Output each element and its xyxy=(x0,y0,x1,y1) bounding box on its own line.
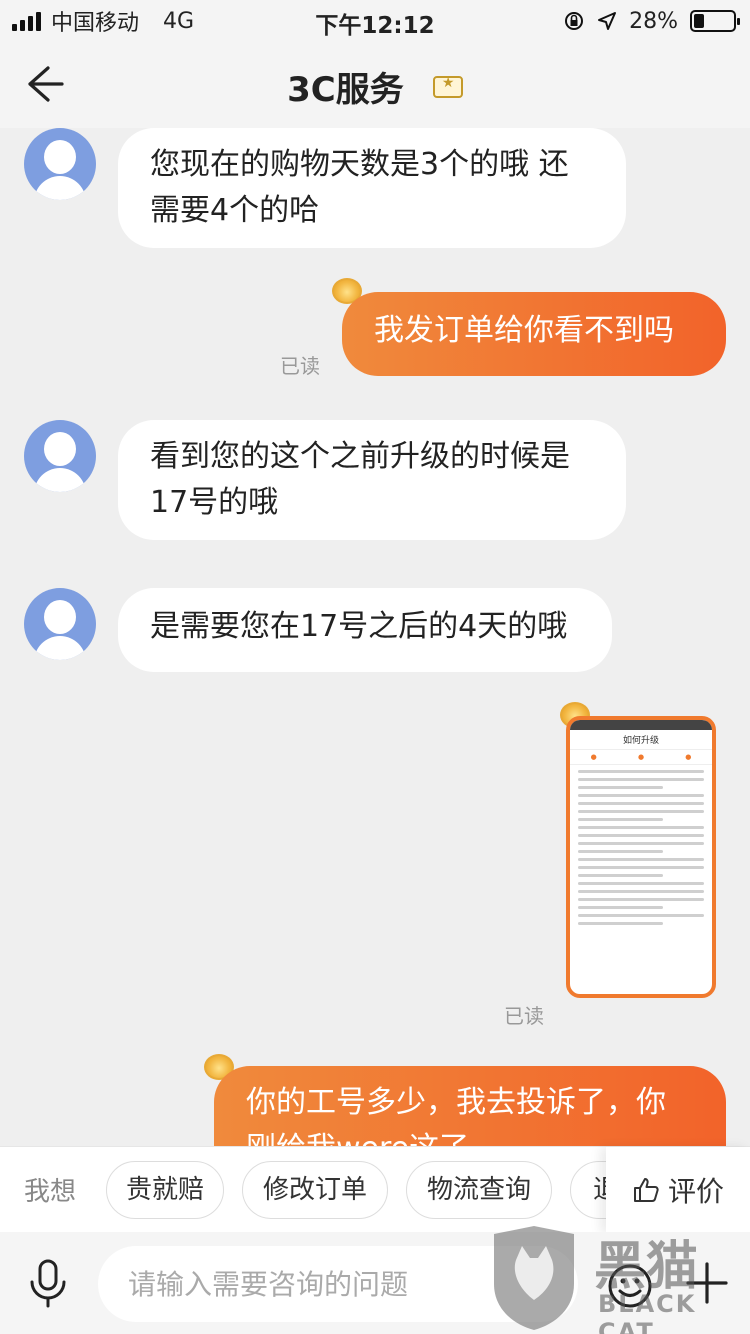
ticket-icon[interactable] xyxy=(432,75,463,98)
quick-options-bar: 我想 贵就赔 修改订单 物流查询 退 评价 xyxy=(0,1146,750,1233)
image-tabs: ● ● ● xyxy=(570,750,712,765)
message-bubble[interactable]: 我发订单给你看不到吗 xyxy=(342,292,726,376)
microphone-icon[interactable] xyxy=(26,1258,70,1308)
message-bubble[interactable]: 你的工号多少，我去投诉了，你刚给我were这了 xyxy=(214,1066,726,1146)
rotation-lock-icon xyxy=(565,12,584,30)
rate-label: 评价 xyxy=(667,1175,724,1208)
read-receipt: 已读 xyxy=(504,1004,544,1028)
emoji-icon[interactable] xyxy=(606,1262,654,1310)
quick-chip-compensation[interactable]: 贵就赔 xyxy=(106,1161,224,1219)
message-bubble[interactable]: 看到您的这个之前升级的时候是17号的哦 xyxy=(118,420,626,540)
message-bubble[interactable]: 您现在的购物天数是3个的哦 还需要4个的哈 xyxy=(118,128,626,248)
location-icon xyxy=(598,12,617,30)
quick-label: 我想 xyxy=(24,1177,77,1207)
battery-icon xyxy=(690,10,740,32)
status-right: 28% xyxy=(563,6,740,36)
chat-area[interactable]: 您现在的购物天数是3个的哦 还需要4个的哈 我发订单给你看不到吗 已读 看到您的… xyxy=(0,128,750,1146)
input-bar xyxy=(0,1232,750,1334)
thumbs-up-icon xyxy=(633,1178,659,1202)
image-status-bar xyxy=(570,720,712,730)
battery-percent: 28% xyxy=(629,8,678,34)
message-input[interactable] xyxy=(98,1246,578,1322)
agent-avatar[interactable] xyxy=(24,588,96,660)
quick-chip-logistics[interactable]: 物流查询 xyxy=(406,1161,552,1219)
page-title: 3C服务 xyxy=(287,70,404,110)
title-wrap: 3C服务 xyxy=(0,62,750,111)
image-message[interactable]: 如何升级 ● ● ● xyxy=(566,716,716,998)
status-bar: 中国移动 4G 下午12:12 28% xyxy=(0,0,750,40)
rate-button[interactable]: 评价 xyxy=(606,1147,750,1233)
agent-avatar[interactable] xyxy=(24,420,96,492)
quick-chip-modify-order[interactable]: 修改订单 xyxy=(242,1161,388,1219)
agent-avatar[interactable] xyxy=(24,128,96,200)
read-receipt: 已读 xyxy=(280,354,320,378)
plus-icon[interactable] xyxy=(682,1258,732,1308)
nav-header: 3C服务 xyxy=(0,40,750,128)
message-bubble[interactable]: 是需要您在17号之后的4天的哦 xyxy=(118,588,612,672)
image-title: 如何升级 xyxy=(570,730,712,750)
